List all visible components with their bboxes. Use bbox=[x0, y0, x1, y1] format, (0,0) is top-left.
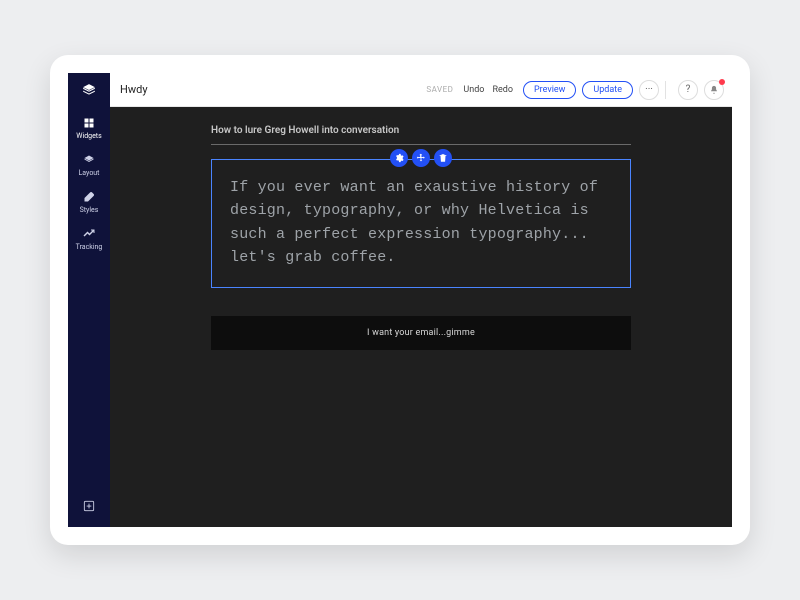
editor-canvas[interactable]: How to lure Greg Howell into conversatio… bbox=[110, 107, 732, 527]
saved-status: SAVED bbox=[426, 85, 453, 94]
notification-dot bbox=[719, 79, 725, 85]
block-toolbar bbox=[390, 149, 452, 167]
styles-icon bbox=[83, 191, 95, 203]
layers-icon bbox=[82, 83, 96, 97]
redo-button[interactable]: Redo bbox=[492, 85, 513, 95]
sidebar-item-tracking[interactable]: Tracking bbox=[76, 228, 103, 251]
page-content: How to lure Greg Howell into conversatio… bbox=[211, 125, 631, 350]
tracking-icon bbox=[83, 228, 95, 240]
top-bar: Hwdy SAVED Undo Redo Preview Update ··· … bbox=[68, 73, 732, 107]
sidebar-add-button[interactable] bbox=[82, 499, 96, 515]
more-button[interactable]: ··· bbox=[639, 80, 659, 100]
preview-button[interactable]: Preview bbox=[523, 81, 576, 99]
bell-icon bbox=[709, 85, 719, 95]
page-title: Hwdy bbox=[110, 83, 148, 96]
cta-button[interactable]: I want your email...gimme bbox=[211, 316, 631, 350]
trash-icon bbox=[438, 153, 448, 163]
more-icon: ··· bbox=[645, 84, 653, 95]
gear-icon bbox=[394, 153, 404, 163]
block-settings-button[interactable] bbox=[390, 149, 408, 167]
block-move-button[interactable] bbox=[412, 149, 430, 167]
content-heading[interactable]: How to lure Greg Howell into conversatio… bbox=[211, 125, 631, 136]
device-frame: Hwdy SAVED Undo Redo Preview Update ··· … bbox=[50, 55, 750, 545]
brand-logo[interactable] bbox=[68, 73, 110, 107]
sidebar-item-label: Layout bbox=[79, 169, 100, 177]
sidebar-item-widgets[interactable]: Widgets bbox=[76, 117, 101, 140]
content-divider bbox=[211, 144, 631, 145]
layout-icon bbox=[83, 154, 95, 166]
help-button[interactable]: ? bbox=[678, 80, 698, 100]
add-icon bbox=[82, 499, 96, 513]
update-button[interactable]: Update bbox=[582, 81, 633, 99]
app-body: Widgets Layout Styles Tracking bbox=[68, 107, 732, 527]
widgets-icon bbox=[83, 117, 95, 129]
divider bbox=[665, 81, 666, 99]
block-delete-button[interactable] bbox=[434, 149, 452, 167]
app-window: Hwdy SAVED Undo Redo Preview Update ··· … bbox=[68, 73, 732, 527]
notifications-button[interactable] bbox=[704, 80, 724, 100]
help-icon: ? bbox=[686, 84, 691, 95]
sidebar-item-label: Tracking bbox=[76, 243, 103, 251]
selected-text-block[interactable]: If you ever want an exaustive history of… bbox=[211, 159, 631, 288]
sidebar-item-layout[interactable]: Layout bbox=[79, 154, 100, 177]
sidebar: Widgets Layout Styles Tracking bbox=[68, 107, 110, 527]
text-block-content[interactable]: If you ever want an exaustive history of… bbox=[230, 176, 612, 269]
sidebar-item-styles[interactable]: Styles bbox=[80, 191, 99, 214]
move-icon bbox=[416, 153, 426, 163]
sidebar-item-label: Styles bbox=[80, 206, 99, 214]
sidebar-item-label: Widgets bbox=[76, 132, 101, 140]
undo-button[interactable]: Undo bbox=[463, 85, 484, 95]
